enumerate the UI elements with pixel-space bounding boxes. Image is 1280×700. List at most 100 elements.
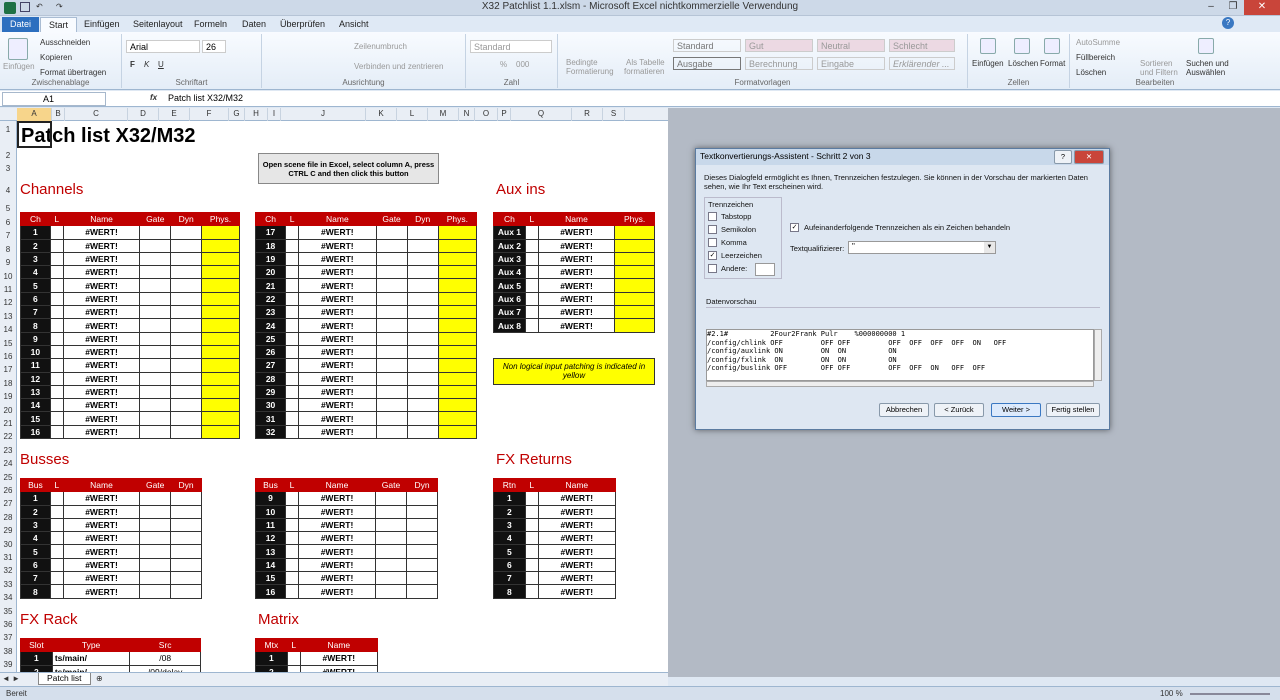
value-cell[interactable] (170, 491, 202, 506)
name-cell[interactable]: #WERT! (62, 491, 141, 506)
value-cell[interactable] (170, 584, 202, 599)
name-cell[interactable]: #WERT! (298, 305, 377, 320)
insert-cells-icon[interactable] (980, 38, 996, 54)
link-cell[interactable] (49, 531, 64, 546)
column-label[interactable]: Phys. (614, 211, 655, 227)
row-number[interactable]: 2 (20, 504, 51, 519)
phys-cell[interactable] (201, 278, 240, 293)
column-label[interactable]: Bus (255, 477, 286, 493)
row-header[interactable]: 17 (0, 365, 16, 374)
font-name-select[interactable]: Arial (126, 40, 200, 53)
column-header[interactable]: Q (511, 108, 572, 121)
phys-cell[interactable] (437, 398, 478, 413)
name-cell[interactable]: #WERT! (62, 584, 141, 599)
column-header[interactable]: O (475, 108, 498, 121)
value-cell[interactable] (375, 225, 408, 240)
value-cell[interactable] (139, 504, 172, 519)
zoom-slider[interactable] (1190, 693, 1270, 695)
phys-cell[interactable] (201, 265, 240, 280)
value-cell[interactable] (375, 371, 408, 386)
column-label[interactable]: Name (299, 637, 379, 653)
row-number[interactable]: 2 (20, 238, 51, 253)
row-number[interactable]: Aux 5 (493, 278, 526, 293)
link-cell[interactable] (49, 398, 64, 413)
value-cell[interactable] (375, 358, 408, 373)
name-cell[interactable]: #WERT! (62, 318, 141, 333)
name-cell[interactable]: #WERT! (62, 557, 141, 573)
row-number[interactable]: 7 (20, 305, 51, 320)
link-cell[interactable] (285, 571, 299, 586)
row-header[interactable]: 6 (0, 218, 16, 227)
tab-review[interactable]: Überprüfen (272, 17, 333, 32)
name-cell[interactable]: #WERT! (298, 411, 377, 426)
conditional-format-button[interactable]: Bedingte (566, 58, 598, 67)
link-cell[interactable] (286, 651, 301, 666)
name-cell[interactable]: #WERT! (62, 305, 141, 320)
row-header[interactable]: 36 (0, 620, 16, 629)
phys-cell[interactable] (437, 318, 478, 333)
row-number[interactable]: 7 (493, 571, 526, 586)
name-cell[interactable]: #WERT! (298, 278, 377, 293)
phys-cell[interactable] (201, 291, 240, 307)
format-cells-button[interactable]: Format (1040, 59, 1065, 68)
name-cell[interactable]: #WERT! (62, 358, 141, 373)
value-cell[interactable] (375, 544, 407, 559)
phys-cell[interactable] (437, 344, 478, 360)
row-number[interactable]: 28 (254, 371, 287, 386)
row-number[interactable]: 22 (254, 291, 287, 307)
row-header[interactable]: 28 (0, 513, 16, 522)
row-number[interactable]: 9 (255, 491, 286, 506)
phys-cell[interactable] (201, 384, 240, 400)
row-number[interactable]: 16 (20, 424, 51, 440)
value-cell[interactable] (170, 331, 203, 346)
row-header[interactable]: 19 (0, 392, 16, 401)
thousands-button[interactable]: 000 (516, 60, 529, 69)
column-label[interactable]: Name (62, 211, 141, 227)
row-number[interactable]: Aux 2 (493, 238, 526, 253)
name-cell[interactable]: #WERT! (62, 265, 141, 280)
name-box[interactable]: A1 (2, 92, 106, 106)
percent-button[interactable]: % (500, 60, 507, 69)
column-label[interactable]: Gate (375, 211, 408, 227)
phys-cell[interactable] (201, 344, 240, 360)
row-number[interactable]: Aux 8 (493, 318, 526, 333)
row-number[interactable]: 12 (20, 371, 51, 386)
new-sheet-icon[interactable]: ⊕ (96, 674, 103, 683)
value-cell[interactable] (406, 491, 438, 506)
value-cell[interactable] (139, 251, 172, 267)
row-header[interactable]: 18 (0, 379, 16, 388)
row-number[interactable]: 14 (255, 557, 286, 573)
column-label[interactable]: Ch (493, 211, 526, 227)
value-cell[interactable] (406, 371, 439, 386)
name-cell[interactable]: #WERT! (298, 544, 376, 559)
link-cell[interactable] (524, 278, 539, 293)
name-cell[interactable]: #WERT! (537, 504, 617, 519)
phys-cell[interactable] (437, 238, 478, 253)
sheet-nav-icon[interactable]: ◄ ► (2, 674, 20, 683)
row-number[interactable]: 5 (20, 544, 51, 559)
row-number[interactable]: 3 (20, 251, 51, 267)
value-cell[interactable] (406, 504, 438, 519)
phys-cell[interactable] (437, 225, 478, 240)
row-header[interactable]: 24 (0, 459, 16, 468)
row-header[interactable]: 34 (0, 593, 16, 602)
name-cell[interactable]: #WERT! (62, 225, 141, 240)
phys-cell[interactable] (437, 265, 478, 280)
row-header[interactable]: 7 (0, 231, 16, 240)
link-cell[interactable] (49, 265, 64, 280)
delimiter-checkbox[interactable] (708, 225, 717, 234)
value-cell[interactable] (375, 517, 407, 533)
phys-cell[interactable] (437, 331, 478, 346)
autosum-button[interactable]: AutoSumme (1076, 38, 1120, 47)
delimiter-checkbox[interactable] (708, 264, 717, 273)
value-cell[interactable] (170, 278, 203, 293)
row-number[interactable]: 3 (20, 517, 51, 533)
column-label[interactable]: L (49, 477, 64, 493)
name-cell[interactable]: #WERT! (298, 344, 377, 360)
column-label[interactable]: Gate (139, 477, 172, 493)
column-label[interactable]: L (285, 477, 299, 493)
value-cell[interactable] (406, 278, 439, 293)
name-cell[interactable]: #WERT! (537, 544, 617, 559)
value-cell[interactable] (139, 491, 172, 506)
row-number[interactable]: Aux 3 (493, 251, 526, 267)
